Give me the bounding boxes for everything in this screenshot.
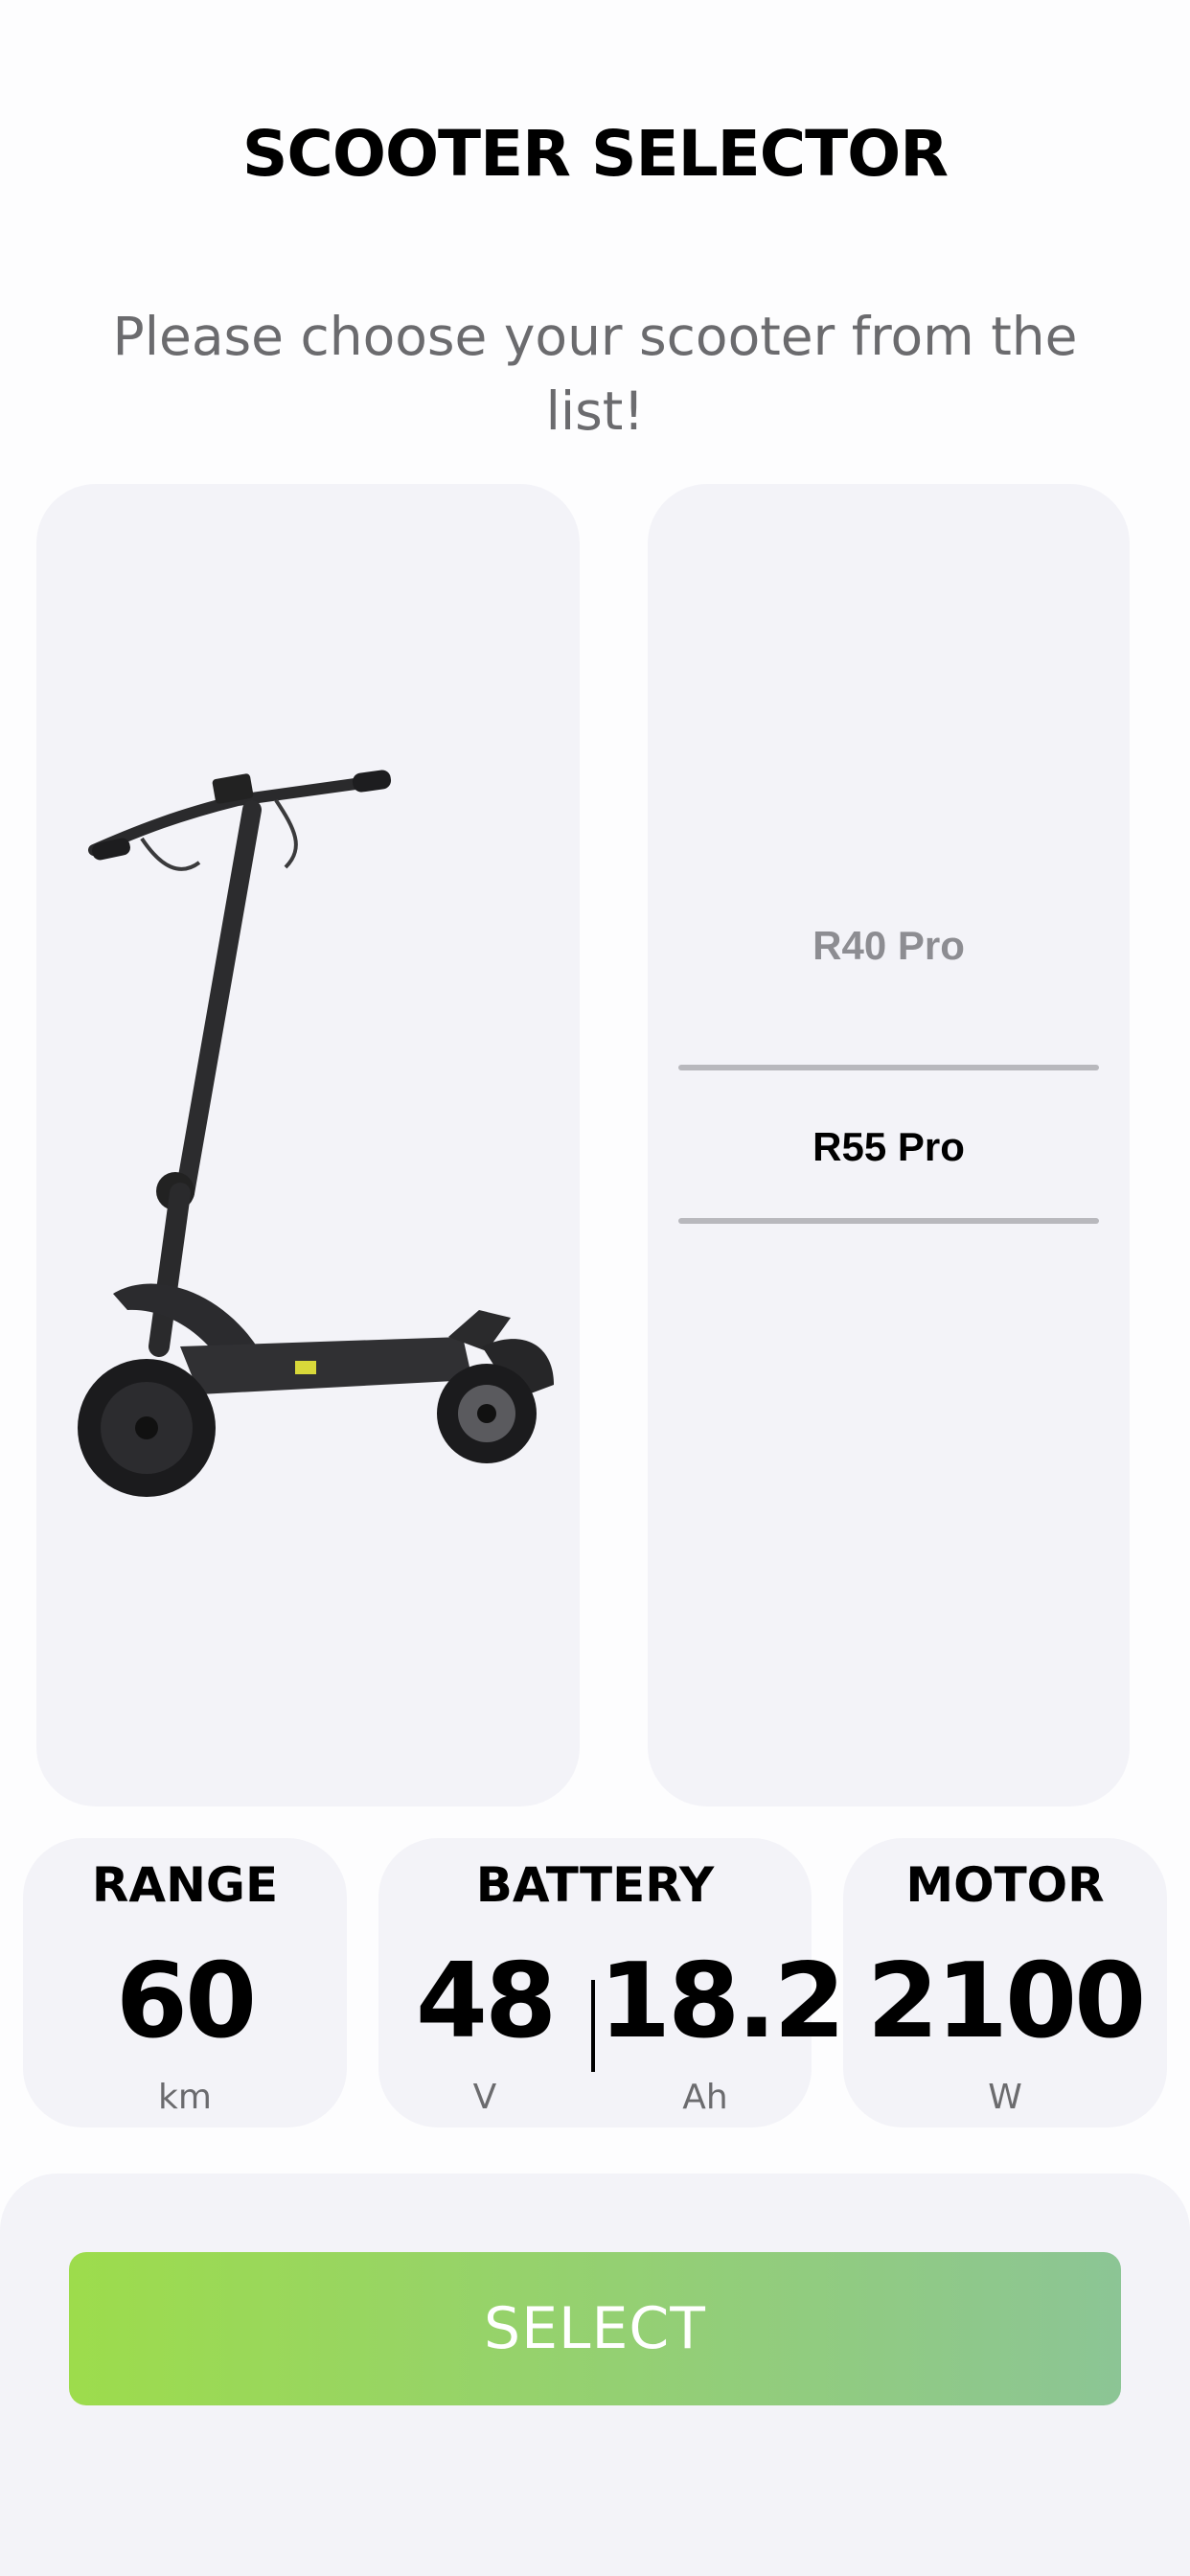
motor-title: MOTOR	[905, 1857, 1105, 1913]
range-title: RANGE	[91, 1857, 279, 1913]
picker-selection-bottom-line	[678, 1218, 1099, 1224]
battery-title: BATTERY	[475, 1857, 715, 1913]
select-button[interactable]: SELECT	[69, 2252, 1121, 2405]
range-unit: km	[158, 2078, 212, 2117]
motor-stat-card: MOTOR 2100 W	[843, 1838, 1167, 2128]
battery-capacity-unit: Ah	[682, 2078, 728, 2117]
motor-value: 2100	[866, 1942, 1147, 2061]
battery-stat-card: BATTERY 48 18.2 V Ah	[378, 1838, 845, 2128]
battery-voltage-unit: V	[472, 2078, 497, 2117]
range-stat-card: RANGE 60 km	[23, 1838, 347, 2128]
picker-option-r55-pro[interactable]: R55 Pro	[648, 1124, 1130, 1170]
motor-unit: W	[988, 2078, 1022, 2117]
picker-selection-top-line	[678, 1065, 1099, 1070]
battery-capacity-value: 18.2	[599, 1942, 845, 2061]
page-title: SCOOTER SELECTOR	[241, 117, 949, 191]
page-subtitle: Please choose your scooter from the list…	[112, 306, 1078, 442]
picker-option-r40-pro[interactable]: R40 Pro	[648, 923, 1130, 969]
scooter-image	[78, 770, 554, 1497]
scooter-image-card	[36, 484, 580, 1806]
battery-divider	[591, 1980, 595, 2072]
model-picker[interactable]: R40 Pro R55 Pro	[648, 484, 1130, 1806]
range-value: 60	[115, 1942, 257, 2061]
battery-voltage-value: 48	[415, 1942, 557, 2061]
